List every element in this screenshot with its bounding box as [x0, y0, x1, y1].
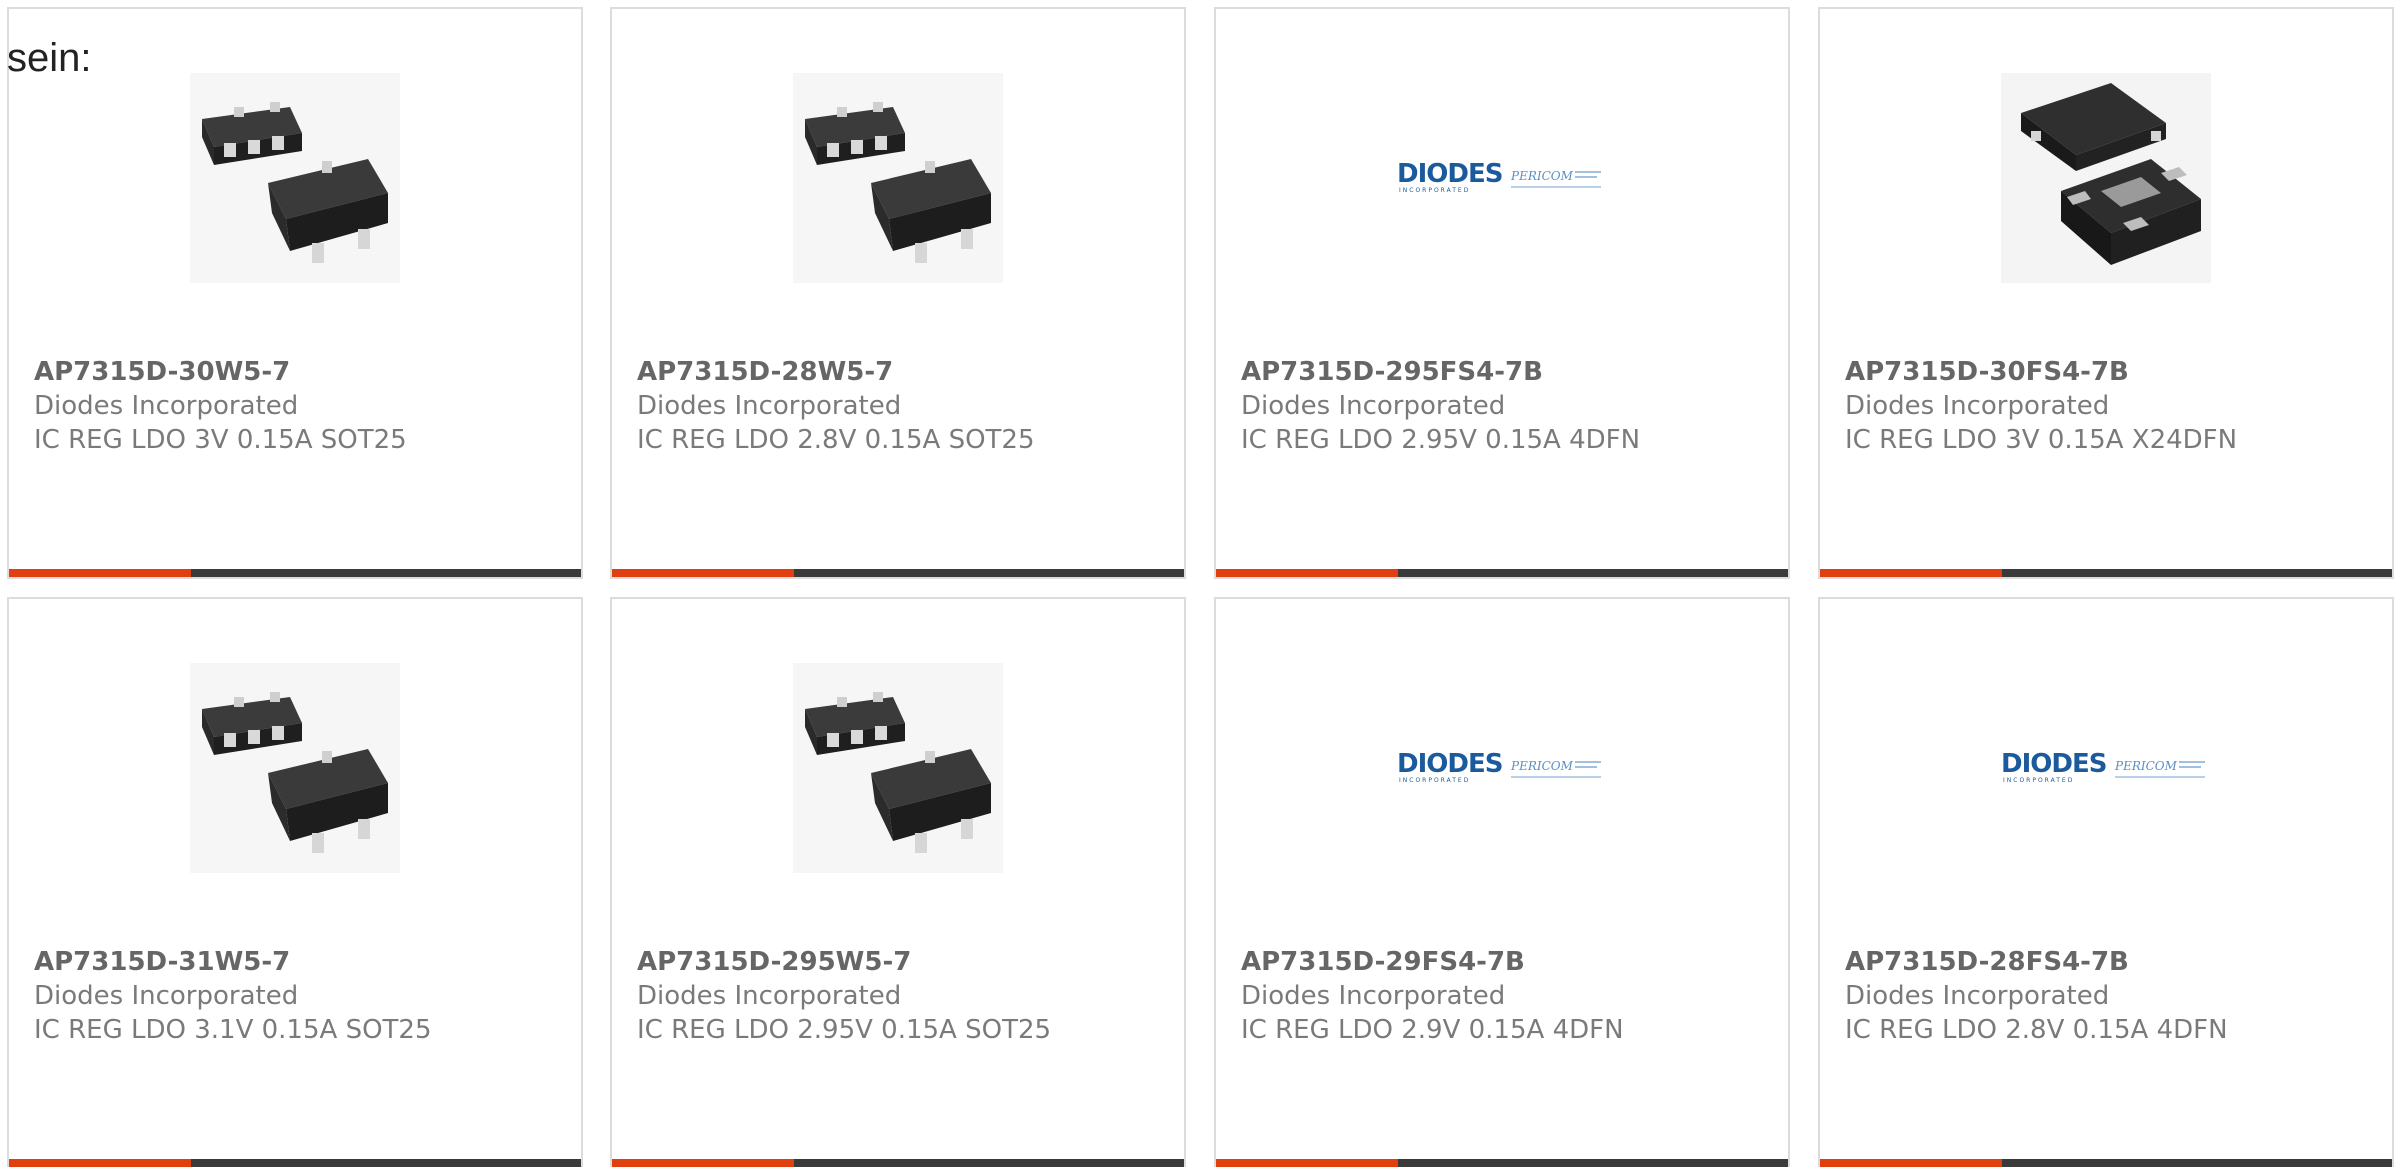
card-bottom-bar	[612, 569, 1184, 577]
card-bottom-bar	[9, 569, 581, 577]
sot25-package-image	[190, 73, 400, 283]
pericom-logo-text: PERICOM	[1510, 759, 1574, 773]
description: IC REG LDO 3V 0.15A X24DFN	[1845, 425, 2238, 455]
part-number[interactable]: AP7315D-28FS4-7B	[1845, 945, 2129, 979]
product-image[interactable]	[612, 73, 1184, 283]
diodes-logo-text: DIODES	[1397, 159, 1502, 189]
manufacturer: Diodes Incorporated	[637, 391, 902, 421]
diodes-pericom-logo-image: DIODES INCORPORATED PERICOM	[1397, 738, 1607, 798]
product-card[interactable]: DIODES INCORPORATED PERICOM AP7315D-29FS…	[1214, 597, 1790, 1167]
diodes-logo-text: DIODES	[2001, 749, 2106, 779]
card-accent-bar	[1216, 569, 1398, 577]
manufacturer: Diodes Incorporated	[1241, 391, 1506, 421]
card-accent-bar	[9, 569, 191, 577]
product-card[interactable]: DIODES INCORPORATED PERICOM AP7315D-295F…	[1214, 7, 1790, 579]
product-card[interactable]: AP7315D-31W5-7 Diodes Incorporated IC RE…	[7, 597, 583, 1167]
description: IC REG LDO 3V 0.15A SOT25	[34, 425, 407, 455]
part-number[interactable]: AP7315D-29FS4-7B	[1241, 945, 1525, 979]
card-bottom-bar	[1820, 1159, 2392, 1167]
description: IC REG LDO 2.9V 0.15A 4DFN	[1241, 1015, 1624, 1045]
card-bottom-bar	[1820, 569, 2392, 577]
manufacturer: Diodes Incorporated	[34, 981, 299, 1011]
diodes-logo-subtext: INCORPORATED	[2003, 777, 2074, 784]
pericom-logo-text: PERICOM	[2114, 759, 2178, 773]
card-bottom-bar	[9, 1159, 581, 1167]
description: IC REG LDO 2.95V 0.15A 4DFN	[1241, 425, 1641, 455]
manufacturer: Diodes Incorporated	[1845, 391, 2110, 421]
product-card[interactable]: AP7315D-295W5-7 Diodes Incorporated IC R…	[610, 597, 1186, 1167]
part-number[interactable]: AP7315D-295FS4-7B	[1241, 355, 1543, 389]
product-listing-page: sein: AP7315D-30W5-7 Diodes Incorporated…	[0, 0, 2400, 1167]
card-accent-bar	[1216, 1159, 1398, 1167]
product-image[interactable]: DIODES INCORPORATED PERICOM	[1216, 663, 1788, 873]
card-bottom-bar	[1216, 1159, 1788, 1167]
dfn-package-image	[2001, 73, 2211, 283]
manufacturer: Diodes Incorporated	[637, 981, 902, 1011]
part-number[interactable]: AP7315D-30W5-7	[34, 355, 290, 389]
diodes-pericom-logo-image: DIODES INCORPORATED PERICOM	[2001, 738, 2211, 798]
part-number[interactable]: AP7315D-30FS4-7B	[1845, 355, 2129, 389]
product-grid: AP7315D-30W5-7 Diodes Incorporated IC RE…	[7, 7, 2400, 1167]
manufacturer: Diodes Incorporated	[34, 391, 299, 421]
product-image[interactable]: DIODES INCORPORATED PERICOM	[1216, 73, 1788, 283]
description: IC REG LDO 2.8V 0.15A 4DFN	[1845, 1015, 2228, 1045]
diodes-logo-subtext: INCORPORATED	[1399, 187, 1470, 194]
sot25-package-image	[190, 663, 400, 873]
description: IC REG LDO 2.8V 0.15A SOT25	[637, 425, 1035, 455]
card-accent-bar	[1820, 1159, 2002, 1167]
card-accent-bar	[612, 569, 794, 577]
sot25-package-image	[793, 73, 1003, 283]
intro-text: sein:	[7, 36, 92, 80]
product-card[interactable]: AP7315D-30W5-7 Diodes Incorporated IC RE…	[7, 7, 583, 579]
product-card[interactable]: AP7315D-30FS4-7B Diodes Incorporated IC …	[1818, 7, 2394, 579]
diodes-pericom-logo-image: DIODES INCORPORATED PERICOM	[1397, 148, 1607, 208]
sot25-package-image	[793, 663, 1003, 873]
product-image[interactable]	[9, 73, 581, 283]
product-image[interactable]	[1820, 73, 2392, 283]
description: IC REG LDO 2.95V 0.15A SOT25	[637, 1015, 1052, 1045]
product-image[interactable]: DIODES INCORPORATED PERICOM	[1820, 663, 2392, 873]
pericom-logo-text: PERICOM	[1510, 169, 1574, 183]
card-bottom-bar	[1216, 569, 1788, 577]
manufacturer: Diodes Incorporated	[1845, 981, 2110, 1011]
card-accent-bar	[1820, 569, 2002, 577]
manufacturer: Diodes Incorporated	[1241, 981, 1506, 1011]
diodes-logo-text: DIODES	[1397, 749, 1502, 779]
part-number[interactable]: AP7315D-295W5-7	[637, 945, 911, 979]
product-image[interactable]	[9, 663, 581, 873]
product-image[interactable]	[612, 663, 1184, 873]
card-bottom-bar	[612, 1159, 1184, 1167]
product-card[interactable]: DIODES INCORPORATED PERICOM AP7315D-28FS…	[1818, 597, 2394, 1167]
description: IC REG LDO 3.1V 0.15A SOT25	[34, 1015, 432, 1045]
part-number[interactable]: AP7315D-31W5-7	[34, 945, 290, 979]
card-accent-bar	[612, 1159, 794, 1167]
diodes-logo-subtext: INCORPORATED	[1399, 777, 1470, 784]
product-card[interactable]: AP7315D-28W5-7 Diodes Incorporated IC RE…	[610, 7, 1186, 579]
part-number[interactable]: AP7315D-28W5-7	[637, 355, 893, 389]
card-accent-bar	[9, 1159, 191, 1167]
